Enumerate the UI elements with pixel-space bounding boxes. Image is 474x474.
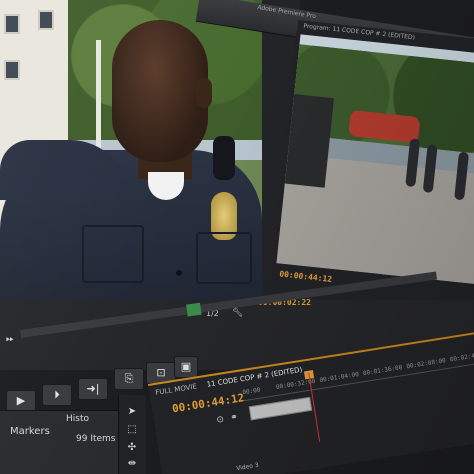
rolling-edit-tool-icon[interactable]: ⇹ [123, 458, 141, 474]
step-forward-button[interactable]: ⏵ [42, 384, 72, 406]
overwrite-icon: ⊡ [156, 366, 166, 379]
ruler-mark: 00:00 [241, 386, 261, 397]
shirt-button [176, 270, 182, 276]
officer-ear [196, 78, 212, 108]
video-pole [96, 40, 101, 160]
ruler-mark: 00:01:36:00 [362, 364, 403, 378]
ruler-mark: 00:01:04:00 [319, 370, 360, 385]
link-icon[interactable]: ⚭ [230, 412, 241, 423]
fast-forward-icon[interactable]: ⏩︎ [6, 334, 14, 345]
export-frame-button[interactable]: ▣ [174, 356, 198, 378]
insert-button[interactable]: ⎘ [114, 368, 144, 390]
track-select-tool-icon[interactable]: ⬚ [123, 424, 141, 440]
program-video-frame [276, 34, 474, 286]
snap-icon[interactable]: ⊙ [216, 414, 227, 426]
selection-tool-icon[interactable]: ➤ [123, 406, 141, 422]
track-label: Video 3 [235, 461, 260, 473]
export-frame-icon: ▣ [180, 360, 192, 373]
officer-head [112, 20, 208, 162]
ruler-mark: 00:02:08:00 [405, 357, 447, 371]
play-icon: ▶ [16, 394, 26, 407]
ruler-mark: 00:02:40:00 [449, 350, 474, 364]
source-video-frame [0, 0, 262, 325]
building-window [38, 10, 54, 30]
items-count: 99 Items [76, 434, 116, 444]
scrub-thumb[interactable] [186, 302, 202, 317]
play-button[interactable]: ▶ [6, 390, 36, 412]
go-to-out-icon: ➜| [86, 382, 100, 395]
tab-history[interactable]: Histo [66, 414, 89, 424]
radio-mic [213, 136, 235, 180]
shirt-pocket-left [82, 225, 144, 283]
building-window [4, 14, 20, 34]
timeline-tab-full-movie[interactable]: FULL MOVIE [155, 382, 198, 396]
building-window [4, 60, 20, 80]
insert-icon: ⎘ [124, 372, 134, 385]
premiere-workspace: Adobe Premiere Pro Program: 11 CODE COP … [0, 0, 474, 474]
program-timecode[interactable]: 00:00:44:12 [279, 269, 333, 283]
source-monitor[interactable] [0, 0, 300, 325]
tab-markers[interactable]: Markers [10, 426, 50, 437]
ripple-edit-tool-icon[interactable]: ✣ [123, 442, 141, 458]
wrench-icon[interactable]: 🔧︎ [232, 308, 243, 318]
timeline-clip[interactable] [248, 396, 313, 421]
go-to-out-button[interactable]: ➜| [78, 378, 108, 400]
shirt-pocket-right [196, 232, 252, 284]
step-forward-icon: ⏵ [54, 388, 60, 401]
